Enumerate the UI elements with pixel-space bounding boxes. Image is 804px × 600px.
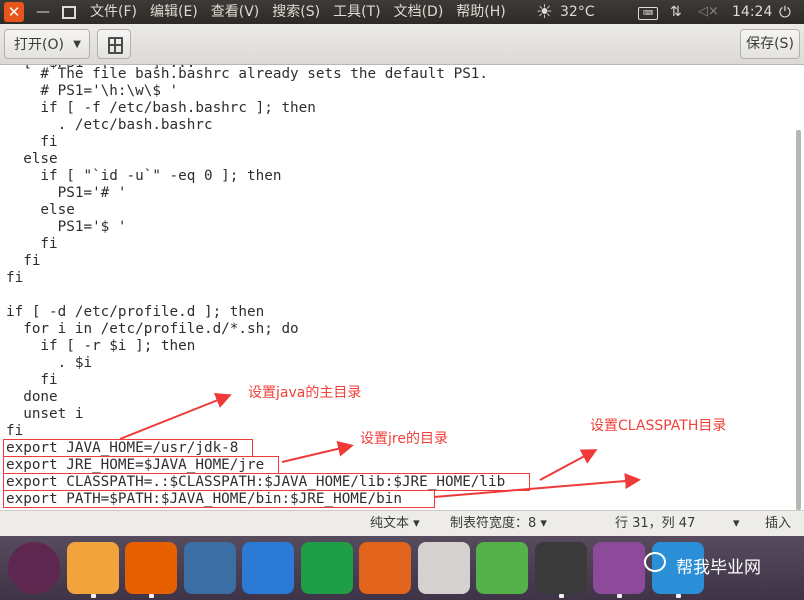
impress-icon[interactable] [359, 542, 411, 594]
code-line: if [ -d /etc/profile.d ]; then [6, 304, 265, 320]
code-line: else [6, 151, 58, 167]
menu-tools[interactable]: 工具(T) [333, 0, 380, 24]
wechat-icon [644, 552, 666, 572]
close-window-button[interactable]: ✕ [4, 2, 24, 22]
menu-help[interactable]: 帮助(H) [456, 0, 505, 24]
code-line: if [ "`id -u`" -eq 0 ]; then [6, 168, 282, 184]
tab-width-selector[interactable]: 制表符宽度：8 ▾ [450, 511, 547, 537]
keyboard-icon[interactable]: ⌨ [638, 7, 658, 20]
terminal-icon[interactable] [535, 542, 587, 594]
chevron-down-icon[interactable]: ▼ [73, 30, 81, 60]
menu-edit[interactable]: 编辑(E) [150, 0, 198, 24]
minimize-window-button[interactable]: — [33, 2, 53, 22]
running-indicator [617, 594, 622, 598]
code-line: PS1='$ ' [6, 219, 127, 235]
menu-view[interactable]: 查看(V) [211, 0, 260, 24]
status-bar: 纯文本 ▾ 制表符宽度：8 ▾ 行 31，列 47 ▾ 插入 [0, 510, 804, 537]
code-line: fi [6, 372, 58, 388]
software-center-icon[interactable] [418, 542, 470, 594]
power-icon[interactable]: ⏻ [779, 0, 791, 24]
menu-search[interactable]: 搜索(S) [272, 0, 320, 24]
code-line: export JAVA_HOME=/usr/jdk-8 [6, 440, 239, 456]
app-menu: 文件(F) 编辑(E) 查看(V) 搜索(S) 工具(T) 文档(D) 帮助(H… [90, 0, 519, 24]
code-line: else [6, 202, 75, 218]
vertical-scrollbar[interactable] [796, 130, 801, 510]
insert-mode-indicator: 插入 [765, 516, 792, 531]
maximize-window-button[interactable] [58, 2, 78, 22]
editor-toolbar: 打开(O) ▼ 保存(S) [0, 24, 804, 65]
gedit-icon[interactable] [593, 542, 645, 594]
cursor-position-menu[interactable]: ▾ [733, 511, 740, 537]
code-line: export PATH=$PATH:$JAVA_HOME/bin:$JRE_HO… [6, 491, 402, 507]
update-icon[interactable] [476, 542, 528, 594]
temperature-readout[interactable]: 32°C [560, 0, 595, 24]
code-line: fi [6, 423, 24, 439]
code-line: fi [6, 236, 58, 252]
files-icon[interactable] [67, 542, 119, 594]
network-icon[interactable]: ⇅ [670, 0, 682, 24]
top-menu-bar: ✕ — 文件(F) 编辑(E) 查看(V) 搜索(S) 工具(T) 文档(D) … [0, 0, 804, 24]
maximize-icon [62, 6, 76, 19]
code-line: fi [6, 134, 58, 150]
code-line: fi [6, 253, 41, 269]
code-line: # The file bash.bashrc already sets the … [6, 66, 489, 82]
running-indicator [149, 594, 154, 598]
code-line: PS1='# ' [6, 185, 127, 201]
new-document-icon [108, 37, 123, 54]
firefox-icon[interactable] [125, 542, 177, 594]
code-line: . $i [6, 355, 93, 371]
new-document-button[interactable] [97, 29, 131, 59]
code-line: export JRE_HOME=$JAVA_HOME/jre [6, 457, 265, 473]
ubuntu-dash-icon[interactable] [8, 542, 60, 594]
save-button[interactable]: 保存(S) [740, 29, 800, 59]
running-indicator [559, 594, 564, 598]
sun-icon[interactable]: ☀ [536, 0, 553, 24]
writer-icon[interactable] [242, 542, 294, 594]
code-line: export CLASSPATH=.:$CLASSPATH:$JAVA_HOME… [6, 474, 506, 490]
volume-muted-icon[interactable]: ◁× [698, 0, 719, 24]
code-line: fi [6, 270, 24, 286]
calc-icon[interactable] [301, 542, 353, 594]
watermark-text: 帮我毕业网 [676, 558, 761, 578]
running-indicator [676, 594, 681, 598]
code-line: if [ -r $i ]; then [6, 338, 196, 354]
clock[interactable]: 14:24 [732, 0, 772, 24]
browser-icon[interactable] [184, 542, 236, 594]
code-line: if [ -f /etc/bash.bashrc ]; then [6, 100, 316, 116]
cursor-position[interactable]: 行 31，列 47 [615, 511, 695, 537]
text-editor-area[interactable]: [ "$PS1" != "" ] ... # The file bash.bas… [0, 65, 793, 510]
code-line: unset i [6, 406, 84, 422]
menu-documents[interactable]: 文档(D) [394, 0, 444, 24]
open-button-label: 打开(O) [14, 37, 64, 53]
menu-file[interactable]: 文件(F) [90, 0, 137, 24]
code-line: . /etc/bash.bashrc [6, 117, 213, 133]
code-line: # PS1='\h:\w\$ ' [6, 83, 179, 99]
code-line: done [6, 389, 58, 405]
code-line: for i in /etc/profile.d/*.sh; do [6, 321, 299, 337]
open-button[interactable]: 打开(O) ▼ [4, 29, 90, 59]
running-indicator [91, 594, 96, 598]
syntax-mode-selector[interactable]: 纯文本 ▾ [370, 511, 420, 537]
